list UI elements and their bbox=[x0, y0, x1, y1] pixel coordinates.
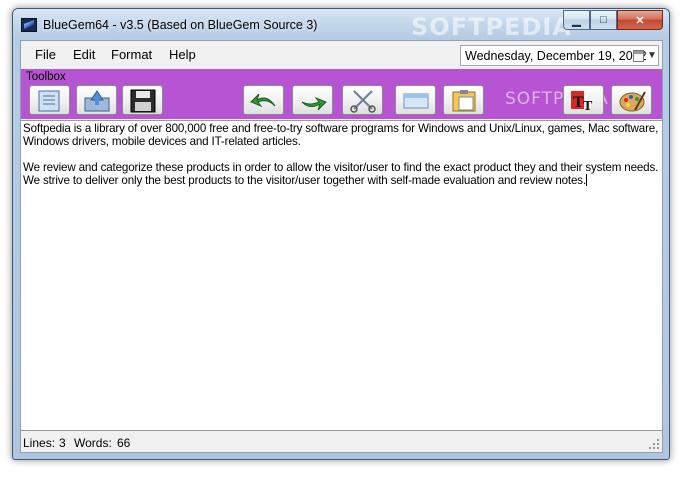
close-button[interactable]: ✕ bbox=[617, 10, 663, 30]
paste-clipboard-icon bbox=[452, 90, 476, 112]
chevron-down-icon[interactable]: ▼ bbox=[647, 50, 657, 61]
toolbox-label: Toolbox bbox=[26, 71, 66, 83]
client-area: File Edit Format Help Wednesday, Decembe… bbox=[20, 40, 663, 453]
editor-paragraph: We review and categorize these products … bbox=[23, 161, 660, 187]
date-picker[interactable]: Wednesday, December 19, 2012 ▼ bbox=[460, 45, 659, 66]
window-title: BlueGem64 - v3.5 (Based on BlueGem Sourc… bbox=[43, 18, 318, 32]
words-count: 66 bbox=[117, 436, 131, 450]
minimize-button[interactable]: ▁ bbox=[563, 10, 590, 30]
text-editor[interactable]: Softpedia is a library of over 800,000 f… bbox=[21, 120, 662, 431]
undo-button[interactable] bbox=[243, 85, 284, 115]
new-document-icon bbox=[38, 90, 60, 112]
color-button[interactable] bbox=[611, 85, 652, 115]
menu-file[interactable]: File bbox=[35, 47, 56, 62]
font-icon: T T bbox=[571, 91, 593, 114]
save-button[interactable] bbox=[122, 85, 163, 115]
menu-format[interactable]: Format bbox=[111, 47, 152, 62]
save-floppy-icon bbox=[130, 89, 156, 113]
editor-paragraph: Softpedia is a library of over 800,000 f… bbox=[23, 122, 659, 148]
words-label: Words: bbox=[74, 436, 112, 450]
maximize-button[interactable]: □ bbox=[590, 10, 617, 30]
title-bar[interactable]: BlueGem64 - v3.5 (Based on BlueGem Sourc… bbox=[13, 9, 669, 41]
redo-button[interactable] bbox=[292, 85, 333, 115]
app-logo-icon bbox=[21, 18, 37, 32]
redo-arrow-icon bbox=[301, 96, 327, 111]
copy-button[interactable] bbox=[395, 85, 436, 115]
cut-scissors-icon bbox=[350, 90, 376, 113]
app-window: BlueGem64 - v3.5 (Based on BlueGem Sourc… bbox=[12, 8, 670, 460]
open-file-icon bbox=[84, 90, 110, 112]
svg-text:T: T bbox=[583, 99, 593, 114]
watermark: SOFTPEDIA bbox=[411, 13, 572, 41]
open-file-button[interactable] bbox=[76, 85, 117, 115]
calendar-icon[interactable] bbox=[633, 50, 644, 62]
resize-grip-icon[interactable] bbox=[649, 439, 660, 450]
menu-bar: File Edit Format Help Wednesday, Decembe… bbox=[21, 41, 662, 67]
font-button[interactable]: T T bbox=[563, 85, 604, 115]
lines-label: Lines: bbox=[23, 436, 56, 450]
new-document-button[interactable] bbox=[29, 85, 70, 115]
status-bar: Lines: 3 Words: 66 bbox=[21, 432, 662, 452]
editor-paragraph-text: We review and categorize these products … bbox=[23, 161, 659, 187]
cut-button[interactable] bbox=[342, 85, 383, 115]
color-palette-icon bbox=[619, 91, 646, 112]
date-value: Wednesday, December 19, 2012 bbox=[465, 49, 647, 63]
undo-arrow-icon bbox=[250, 93, 276, 108]
window-controls: ▁ □ ✕ bbox=[563, 10, 663, 30]
copy-icon bbox=[403, 93, 429, 109]
menu-edit[interactable]: Edit bbox=[73, 47, 95, 62]
menu-help[interactable]: Help bbox=[169, 47, 196, 62]
toolbox-panel: Toolbox SOFTPEDIA T T bbox=[21, 69, 662, 119]
paste-button[interactable] bbox=[443, 85, 484, 115]
lines-count: 3 bbox=[59, 436, 66, 450]
text-caret bbox=[586, 174, 588, 186]
